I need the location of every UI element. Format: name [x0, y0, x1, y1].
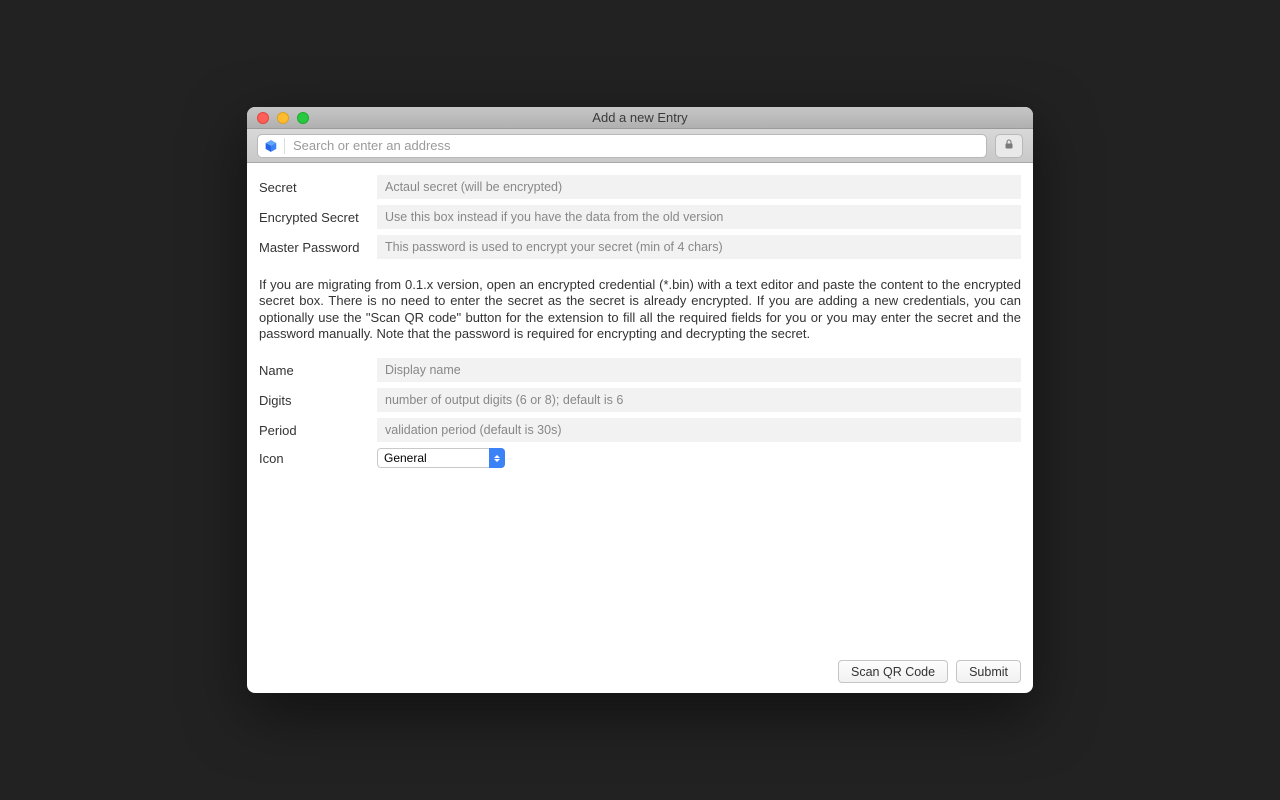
- window-title: Add a new Entry: [247, 110, 1033, 125]
- digits-label: Digits: [259, 393, 377, 408]
- maximize-window-button[interactable]: [297, 112, 309, 124]
- row-period: Period: [259, 418, 1021, 442]
- row-icon: Icon General: [259, 448, 1021, 468]
- name-label: Name: [259, 363, 377, 378]
- lock-button[interactable]: [995, 134, 1023, 158]
- minimize-window-button[interactable]: [277, 112, 289, 124]
- row-secret: Secret: [259, 175, 1021, 199]
- toolbar: [247, 129, 1033, 163]
- migration-info-text: If you are migrating from 0.1.x version,…: [259, 277, 1021, 342]
- titlebar: Add a new Entry: [247, 107, 1033, 129]
- lock-icon: [1003, 138, 1015, 153]
- encrypted-secret-input[interactable]: [377, 205, 1021, 229]
- icon-label: Icon: [259, 451, 377, 466]
- search-field-wrap: [257, 134, 987, 158]
- row-name: Name: [259, 358, 1021, 382]
- icon-select[interactable]: General: [377, 448, 505, 468]
- period-label: Period: [259, 423, 377, 438]
- name-input[interactable]: [377, 358, 1021, 382]
- submit-button[interactable]: Submit: [956, 660, 1021, 683]
- row-encrypted: Encrypted Secret: [259, 205, 1021, 229]
- footer: Scan QR Code Submit: [259, 652, 1021, 683]
- spacer: [259, 474, 1021, 652]
- master-password-input[interactable]: [377, 235, 1021, 259]
- row-master: Master Password: [259, 235, 1021, 259]
- traffic-lights: [247, 112, 309, 124]
- secret-input[interactable]: [377, 175, 1021, 199]
- period-input[interactable]: [377, 418, 1021, 442]
- row-digits: Digits: [259, 388, 1021, 412]
- content-area: Secret Encrypted Secret Master Password …: [247, 163, 1033, 693]
- icon-select-wrap: General: [377, 448, 505, 468]
- close-window-button[interactable]: [257, 112, 269, 124]
- search-input[interactable]: [284, 138, 980, 154]
- digits-input[interactable]: [377, 388, 1021, 412]
- encrypted-secret-label: Encrypted Secret: [259, 210, 377, 225]
- app-window: Add a new Entry Secret: [247, 107, 1033, 693]
- cube-icon: [264, 139, 278, 153]
- secret-label: Secret: [259, 180, 377, 195]
- scan-qr-button[interactable]: Scan QR Code: [838, 660, 948, 683]
- master-password-label: Master Password: [259, 240, 377, 255]
